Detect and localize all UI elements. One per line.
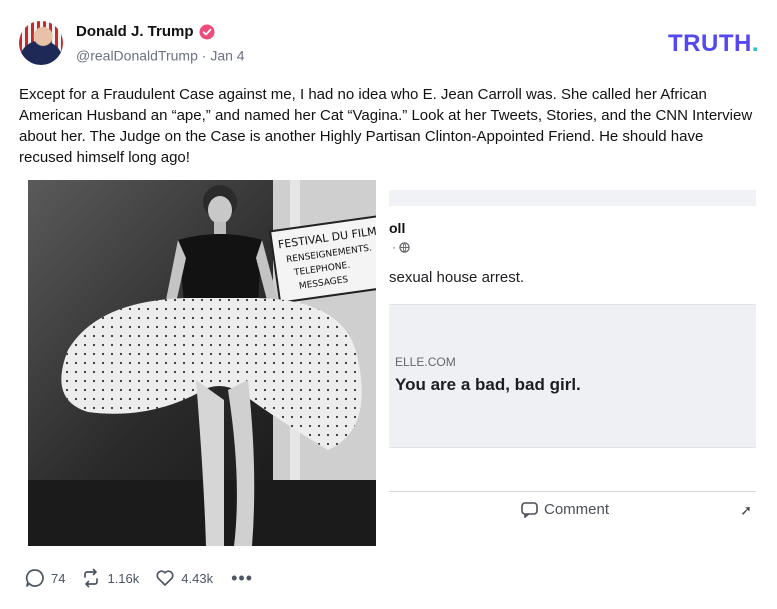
- fb-author-name: oll: [389, 220, 406, 236]
- photo-left[interactable]: FESTIVAL DU FILM RENSEIGNEMENTS. TELEPHO…: [28, 180, 376, 546]
- post-header: Donald J. Trump @realDonaldTrump · Jan 4…: [19, 18, 759, 70]
- media-gallery: FESTIVAL DU FILM RENSEIGNEMENTS. TELEPHO…: [19, 177, 758, 549]
- post-date[interactable]: Jan 4: [210, 47, 244, 63]
- photo-right-facebook-screenshot[interactable]: oll · sexual house arrest. ELLE.COM You …: [389, 180, 756, 546]
- reply-button[interactable]: 74: [25, 568, 65, 588]
- truth-social-logo[interactable]: TRUTH.: [668, 30, 759, 58]
- fb-post-text: sexual house arrest.: [389, 269, 525, 286]
- fb-link-domain: ELLE.COM: [395, 355, 456, 369]
- handle[interactable]: @realDonaldTrump: [76, 47, 198, 63]
- post-text: Except for a Fraudulent Case against me,…: [19, 86, 753, 166]
- share-arrow-icon: ➚: [740, 502, 752, 518]
- more-options-icon[interactable]: •••: [231, 568, 253, 589]
- retruth-count: 1.16k: [107, 570, 140, 586]
- logo-dot: .: [751, 30, 759, 57]
- retruth-icon: [84, 568, 99, 588]
- fb-divider: [389, 491, 756, 492]
- fb-link-headline: You are a bad, bad girl.: [395, 375, 581, 394]
- verified-badge-icon: [199, 24, 215, 39]
- avatar[interactable]: [19, 21, 63, 65]
- retruth-button[interactable]: 1.16k: [81, 568, 139, 588]
- reply-count: 74: [51, 570, 66, 586]
- separator: ·: [201, 47, 207, 64]
- globe-icon: [399, 242, 411, 254]
- fb-comment-label: Comment: [544, 501, 610, 518]
- fb-meta: ·: [392, 240, 411, 254]
- fb-topbar: [389, 190, 756, 206]
- fb-link-preview: ELLE.COM You are a bad, bad girl.: [389, 304, 756, 448]
- display-name[interactable]: Donald J. Trump: [76, 23, 194, 40]
- fb-meta-text: ·: [392, 240, 400, 254]
- reply-icon: [25, 569, 44, 587]
- logo-text: TRUTH: [668, 30, 752, 57]
- like-count: 4.43k: [181, 570, 214, 586]
- post-actions: 74 1.16k 4.43k •••: [25, 567, 253, 589]
- like-button[interactable]: 4.43k: [155, 568, 213, 588]
- heart-icon: [156, 570, 174, 586]
- author-name-line: Donald J. Trump: [76, 23, 215, 40]
- handle-line: @realDonaldTrump · Jan 4: [76, 46, 245, 63]
- comment-bubble-icon: [521, 501, 538, 518]
- fb-comment-button: Comment: [521, 501, 609, 518]
- vintage-photo: FESTIVAL DU FILM RENSEIGNEMENTS. TELEPHO…: [28, 180, 376, 546]
